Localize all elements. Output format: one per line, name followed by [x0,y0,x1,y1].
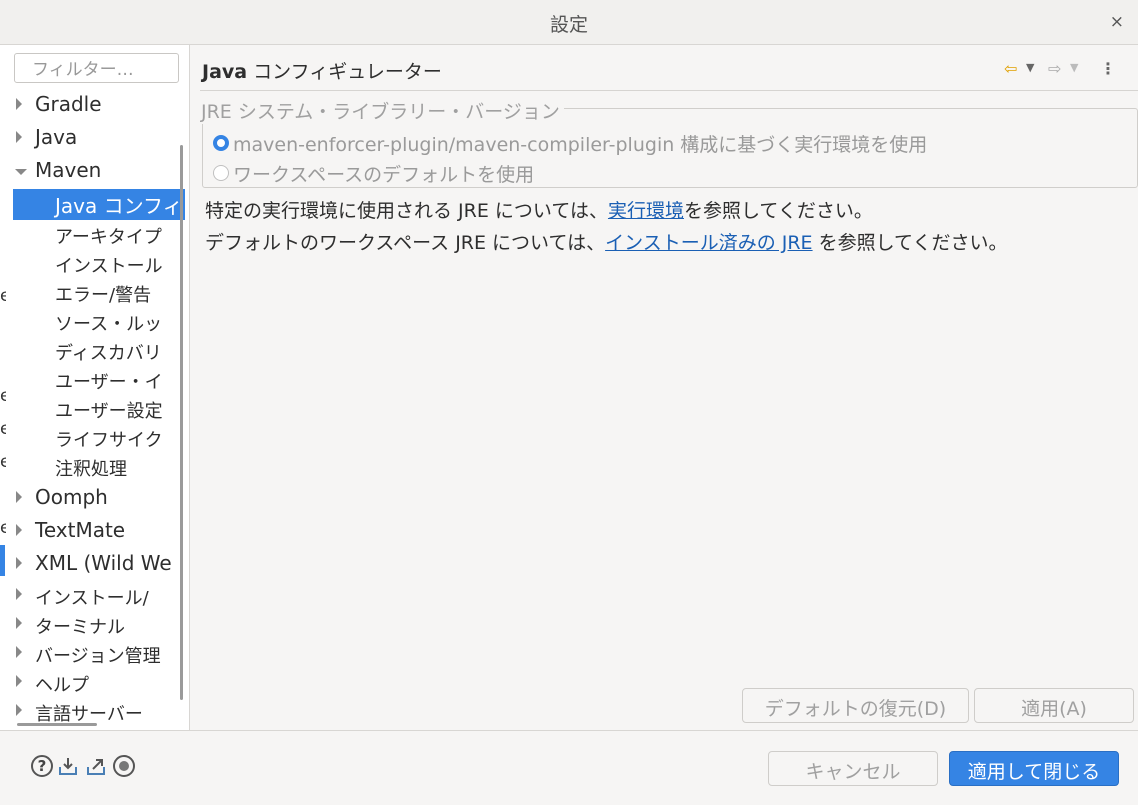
expand-arrow-icon[interactable] [16,98,22,110]
expand-arrow-icon[interactable] [16,588,22,600]
installed-jres-link[interactable]: インストール済みの JRE [605,232,812,254]
tree-node-label: XML (Wild We [35,551,172,575]
help-icon[interactable]: ? [31,755,53,777]
tree-horizontal-scrollbar[interactable] [17,723,97,726]
tree-vertical-scrollbar[interactable] [180,145,183,700]
import-icon[interactable] [57,755,79,777]
filter-input[interactable] [14,53,179,83]
tree-node-label: Java コンフィ [55,194,183,218]
expand-arrow-icon[interactable] [16,617,22,629]
page-title: Java コンフィギュレーター [202,61,442,83]
collapse-arrow-icon[interactable] [15,169,27,175]
tree-node-label: インストール/ [35,588,149,609]
tree-node-label: エラー/警告 [55,285,152,306]
preferences-dialog: 設定 × e e e e e Gradle Java Maven Java コン… [0,0,1138,805]
tree-node-label: ディスカバリ [55,343,162,364]
expand-arrow-icon[interactable] [16,131,22,143]
forward-arrow-icon[interactable]: ⇨ [1048,59,1061,78]
jre-library-version-group: JRE システム・ライブラリー・バージョン maven-enforcer-plu… [201,97,1138,188]
tree-node-label: インストール [55,256,163,277]
forward-menu-chevron-down-icon[interactable]: ▼ [1070,61,1078,74]
radio-button-unchecked[interactable] [213,165,229,181]
tree-node-label: Maven [35,158,102,182]
apply-and-close-button[interactable]: 適用して閉じる [949,751,1119,786]
preference-page: Java コンフィギュレーター ⇦ ▼ ⇨ ▼ ⋮ JRE システム・ライブラリ… [190,45,1138,730]
dialog-footer: ? キャンセル 適用して閉じる [0,730,1138,805]
cancel-button[interactable]: キャンセル [768,751,938,786]
tree-node-java-configurator[interactable]: Java コンフィ [13,189,185,220]
group-label: JRE システム・ライブラリー・バージョン [201,97,564,124]
tree-node-label: Oomph [35,485,108,509]
export-icon[interactable] [85,755,107,777]
radio-button-checked[interactable] [213,135,229,151]
radio-label: ワークスペースのデフォルトを使用 [233,164,535,186]
tree-node-label: 注釈処理 [55,459,127,480]
close-icon[interactable]: × [1110,12,1124,32]
back-arrow-icon[interactable]: ⇦ [1004,59,1017,78]
restore-defaults-button[interactable]: デフォルトの復元(D) [742,688,969,723]
expand-arrow-icon[interactable] [16,675,22,687]
tree-node-label: アーキタイプ [55,227,162,248]
title-bar: 設定 × [0,0,1138,45]
record-icon[interactable] [113,755,135,777]
preferences-tree-pane: Gradle Java Maven Java コンフィ アーキタイプ インストー… [6,45,190,730]
workspace-jre-info: デフォルトのワークスペース JRE については、インストール済みの JRE を参… [205,232,1008,254]
background-selection [0,545,5,576]
tree-node-label: ユーザー・イ [55,372,163,393]
back-menu-chevron-down-icon[interactable]: ▼ [1026,61,1034,74]
expand-arrow-icon[interactable] [16,491,22,503]
execution-environment-link[interactable]: 実行環境 [608,200,684,222]
tree-node-label: ソース・ルッ [55,314,163,335]
tree-node-label: ユーザー設定 [55,401,163,422]
radio-label: maven-enforcer-plugin/maven-compiler-plu… [233,134,928,156]
tree-node-label: ターミナル [35,617,125,638]
expand-arrow-icon[interactable] [16,524,22,536]
tree-node-label: ライフサイク [55,430,163,451]
view-menu-icon[interactable]: ⋮ [1100,59,1116,78]
dialog-title: 設定 [549,14,588,36]
tree-node-label: TextMate [35,518,126,542]
tree-node-label: ヘルプ [35,675,89,696]
tree-node-label: バージョン管理 [35,646,161,667]
page-navigation: ⇦ ▼ ⇨ ▼ ⋮ [1004,59,1124,79]
title-separator [200,90,1138,91]
tree-node-label: Gradle [35,92,102,116]
expand-arrow-icon[interactable] [16,704,22,716]
apply-button[interactable]: 適用(A) [974,688,1134,723]
execution-env-info: 特定の実行環境に使用される JRE については、実行環境を参照してください。 [205,200,873,222]
tree-node-label: Java [35,125,78,149]
expand-arrow-icon[interactable] [16,557,22,569]
expand-arrow-icon[interactable] [16,646,22,658]
